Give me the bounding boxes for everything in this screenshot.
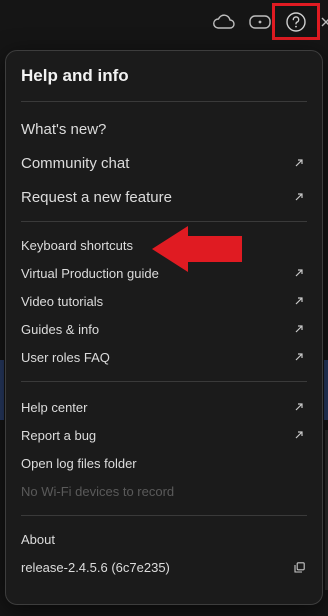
menu-item-whats-new[interactable]: What's new? xyxy=(21,118,307,140)
external-link-icon xyxy=(293,157,305,169)
divider xyxy=(21,221,307,222)
app-window: Help and info What's new? Community chat… xyxy=(0,0,328,616)
vr-headset-icon[interactable] xyxy=(248,10,272,34)
external-link-icon xyxy=(293,267,305,279)
menu-item-label: Video tutorials xyxy=(21,293,104,309)
menu-item-label: What's new? xyxy=(21,120,107,138)
menu-item-label: Request a new feature xyxy=(21,188,172,206)
help-icon-highlight-box xyxy=(272,3,320,40)
cloud-icon[interactable] xyxy=(212,10,236,34)
version-row[interactable]: release-2.4.5.6 (6c7e235) xyxy=(21,558,307,576)
menu-item-request-feature[interactable]: Request a new feature xyxy=(21,186,307,208)
menu-item-help-center[interactable]: Help center xyxy=(21,398,307,416)
menu-item-about[interactable]: About xyxy=(21,530,307,548)
top-toolbar xyxy=(0,0,328,44)
menu-item-label: No Wi-Fi devices to record xyxy=(21,483,175,499)
menu-item-label: User roles FAQ xyxy=(21,349,110,365)
menu-item-guides-info[interactable]: Guides & info xyxy=(21,320,307,338)
help-popover: Help and info What's new? Community chat… xyxy=(5,50,323,605)
menu-item-label: Guides & info xyxy=(21,321,100,337)
popover-title: Help and info xyxy=(21,66,129,85)
divider xyxy=(21,515,307,516)
menu-item-label: Report a bug xyxy=(21,427,97,443)
background-accent xyxy=(324,360,328,420)
external-link-icon xyxy=(293,323,305,335)
copy-icon[interactable] xyxy=(293,561,305,573)
external-link-icon xyxy=(293,351,305,363)
external-link-icon xyxy=(293,295,305,307)
external-link-icon xyxy=(293,429,305,441)
close-icon[interactable] xyxy=(318,10,328,34)
menu-item-label: Help center xyxy=(21,399,88,415)
background-accent xyxy=(0,360,4,420)
divider xyxy=(21,381,307,382)
menu-item-no-wifi-devices: No Wi-Fi devices to record xyxy=(21,482,307,500)
menu-item-label: Keyboard shortcuts xyxy=(21,237,134,253)
menu-item-video-tutorials[interactable]: Video tutorials xyxy=(21,292,307,310)
menu-item-label: Open log files folder xyxy=(21,455,137,471)
menu-item-open-log-files[interactable]: Open log files folder xyxy=(21,454,307,472)
external-link-icon xyxy=(293,401,305,413)
menu-item-label: Community chat xyxy=(21,154,130,172)
menu-item-label: About xyxy=(21,531,55,547)
annotation-arrow-icon xyxy=(152,226,242,272)
menu-item-community-chat[interactable]: Community chat xyxy=(21,152,307,174)
menu-item-report-bug[interactable]: Report a bug xyxy=(21,426,307,444)
version-label: release-2.4.5.6 (6c7e235) xyxy=(21,559,170,575)
menu-item-user-roles-faq[interactable]: User roles FAQ xyxy=(21,348,307,366)
divider xyxy=(21,101,307,102)
menu-item-label: Virtual Production guide xyxy=(21,265,159,281)
external-link-icon xyxy=(293,191,305,203)
